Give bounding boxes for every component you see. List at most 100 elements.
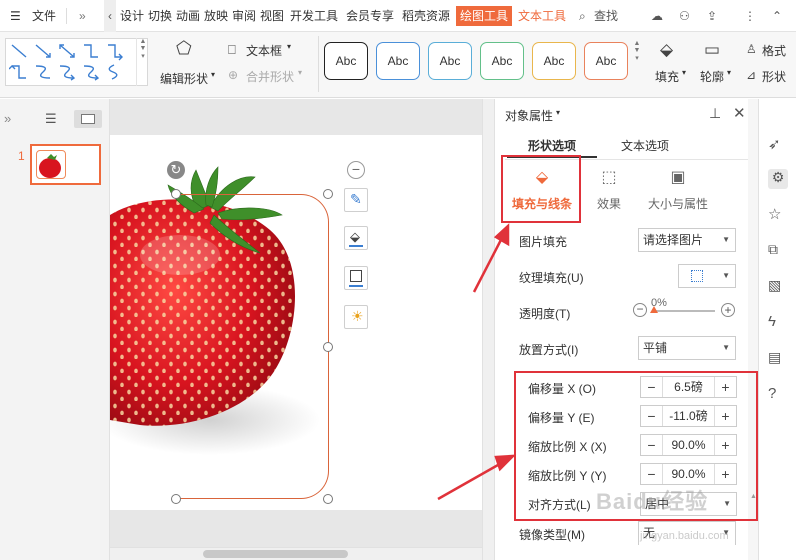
collapse-toolbar-icon[interactable]: −	[347, 161, 365, 179]
size-props-icon: ▣	[670, 169, 686, 186]
subtab-effects[interactable]: ⬚ 效果	[589, 167, 629, 212]
outline-icon[interactable]: ▭	[704, 40, 720, 60]
menu-bar: ☰ 文件 » ‹ 设计 切换 动画 放映 审阅 视图 开发工具 会员专享 稻壳资…	[0, 0, 796, 32]
outline-view-icon[interactable]: ☰	[45, 111, 57, 127]
layout-icon[interactable]: ⧉	[768, 241, 788, 261]
search-label[interactable]: 查找	[594, 0, 618, 32]
placement-dropdown[interactable]: 平铺 ▼	[638, 336, 736, 360]
panel-title[interactable]: 对象属性	[505, 107, 553, 124]
resize-handle-top-left[interactable]	[171, 189, 181, 199]
format-painter-icon[interactable]: ♙	[746, 42, 757, 56]
help-icon[interactable]: ?	[768, 385, 788, 405]
canvas-vertical-scrollbar[interactable]	[482, 99, 494, 560]
panel-title-dropdown-icon[interactable]: ▾	[556, 108, 560, 117]
resize-handle-top-right[interactable]	[323, 189, 333, 199]
lightbulb-icon: ☀	[351, 308, 364, 324]
menu-view[interactable]: 视图	[260, 0, 284, 32]
pin-icon[interactable]: ⊥	[709, 105, 721, 122]
transparency-label: 透明度(T)	[519, 307, 571, 321]
style-gallery-scroll[interactable]: ▲ ▼ ▾	[632, 40, 642, 84]
transparency-decrease-icon[interactable]: −	[633, 303, 647, 317]
menu-member[interactable]: 会员专享	[346, 0, 394, 32]
book-icon[interactable]: ▤	[768, 349, 788, 369]
thumbnail-view-button[interactable]	[74, 110, 102, 128]
quick-fill-button[interactable]: ⬙	[344, 226, 368, 250]
edit-shape-icon[interactable]: ⬠	[176, 38, 192, 59]
fill-dropdown-icon[interactable]: ▾	[682, 68, 686, 77]
picture-icon[interactable]: ▧	[768, 277, 788, 297]
tab-text-tools[interactable]: 文本工具	[518, 0, 566, 32]
hamburger-menu-icon[interactable]: ☰	[10, 0, 21, 32]
style-sample-1[interactable]: Abc	[324, 42, 368, 80]
right-side-toolbar: ➶ ⚙ ☆ ⧉ ▧ ϟ ▤ ?	[758, 99, 796, 560]
resize-handle-bottom-left[interactable]	[171, 494, 181, 504]
transparency-slider-thumb[interactable]	[650, 306, 658, 313]
style-sample-6[interactable]: Abc	[584, 42, 628, 80]
fill-button[interactable]: 填充	[655, 68, 679, 85]
style-sample-5[interactable]: Abc	[532, 42, 576, 80]
menu-file[interactable]: 文件	[32, 0, 56, 32]
lightning-icon[interactable]: ϟ	[768, 313, 788, 333]
cloud-sync-icon[interactable]: ☁	[651, 0, 663, 32]
style-sample-3[interactable]: Abc	[428, 42, 472, 80]
menu-docer[interactable]: 稻壳资源	[402, 0, 450, 32]
subtab-size-props[interactable]: ▣ 大小与属性	[643, 167, 713, 212]
quick-outline-button[interactable]	[344, 266, 368, 290]
shape-gallery[interactable]	[5, 38, 148, 86]
menu-transition[interactable]: 切换	[148, 0, 172, 32]
edit-shape-button[interactable]: 编辑形状	[160, 70, 208, 87]
menu-animation[interactable]: 动画	[176, 0, 200, 32]
slide-canvas[interactable]: ↻	[110, 135, 482, 510]
collapse-ribbon-icon[interactable]: ⌃	[772, 0, 782, 32]
textbox-dropdown-icon[interactable]: ▾	[287, 42, 291, 51]
tab-text-options[interactable]: 文本选项	[605, 134, 685, 158]
search-icon[interactable]: ⌕	[579, 0, 586, 32]
effects-icon: ⬚	[601, 169, 617, 186]
slide-thumbnail-1[interactable]	[30, 144, 101, 185]
quick-style-button[interactable]: ✎	[344, 188, 368, 212]
fill-bucket-icon[interactable]: ⬙	[660, 40, 673, 60]
outline-button[interactable]: 轮廓	[700, 68, 724, 85]
outline-dropdown-icon[interactable]: ▾	[727, 68, 731, 77]
share-user-icon[interactable]: ⚇	[679, 0, 690, 32]
horizontal-scroll-thumb[interactable]	[203, 550, 348, 558]
edit-shape-dropdown-icon[interactable]: ▾	[211, 70, 215, 79]
menu-design[interactable]: 设计	[120, 0, 144, 32]
texture-fill-dropdown[interactable]: ▼	[678, 264, 736, 288]
texture-fill-label: 纹理填充(U)	[519, 271, 584, 285]
strawberry-thumb-image	[39, 154, 61, 178]
star-icon[interactable]: ☆	[768, 205, 788, 225]
style-sample-2[interactable]: Abc	[376, 42, 420, 80]
scroll-left-icon[interactable]: ‹	[104, 0, 116, 32]
style-sample-4[interactable]: Abc	[480, 42, 524, 80]
rotate-handle-icon[interactable]: ↻	[167, 161, 185, 179]
format-button[interactable]: 格式	[762, 42, 786, 59]
more-options-icon[interactable]: ⋮	[744, 0, 756, 32]
menu-dev-tools[interactable]: 开发工具	[290, 0, 338, 32]
resize-handle-right[interactable]	[323, 342, 333, 352]
slide-thumbnail-pane: » ☰ 1	[0, 99, 110, 560]
menu-review[interactable]: 审阅	[232, 0, 256, 32]
quick-effect-button[interactable]: ☀	[344, 305, 368, 329]
transparency-slider[interactable]	[653, 310, 715, 312]
transparency-increase-icon[interactable]: +	[721, 303, 735, 317]
tab-drawing-tools[interactable]: 绘图工具	[456, 6, 513, 26]
export-icon[interactable]: ⇪	[707, 0, 717, 32]
expand-pane-icon[interactable]: »	[4, 111, 11, 126]
textbox-icon[interactable]: ⎕	[228, 42, 236, 58]
thumbnail-view-icon	[81, 114, 95, 124]
shape-icon[interactable]: ⊿	[746, 68, 756, 82]
rocket-icon[interactable]: ➶	[768, 135, 788, 155]
watermark-sub: jingyan.baidu.com	[640, 530, 729, 542]
close-icon[interactable]: ✕	[733, 104, 746, 122]
more-menu-icon[interactable]: »	[79, 0, 86, 32]
picture-fill-dropdown[interactable]: 请选择图片 ▼	[638, 228, 736, 252]
resize-handle-bottom-right[interactable]	[323, 494, 333, 504]
shape-button[interactable]: 形状	[762, 68, 786, 85]
menu-slideshow[interactable]: 放映	[204, 0, 228, 32]
properties-sliders-icon[interactable]: ⚙	[768, 169, 788, 189]
textbox-button[interactable]: 文本框	[246, 42, 282, 59]
shape-gallery-scroll[interactable]: ▲ ▼ ▾	[136, 38, 149, 86]
canvas-horizontal-scrollbar[interactable]	[110, 547, 482, 560]
subtab-effects-label: 效果	[596, 197, 621, 211]
